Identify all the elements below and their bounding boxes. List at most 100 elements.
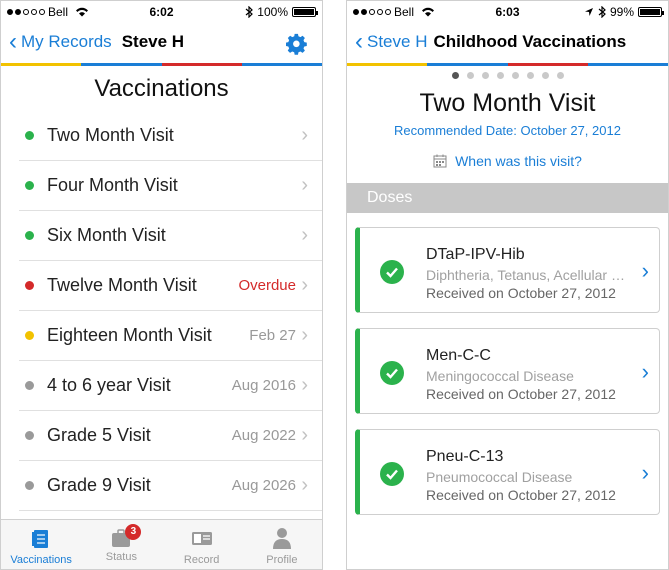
back-label: My Records <box>21 32 112 51</box>
chevron-right-icon: › <box>301 424 308 446</box>
visit-name: 4 to 6 year Visit <box>47 375 171 395</box>
status-dot <box>25 381 34 390</box>
color-stripe <box>347 63 668 66</box>
bluetooth-icon <box>245 6 254 18</box>
vaccinations-screen: Bell 6:02 100% ‹ My Records Steve H Vacc… <box>0 0 323 570</box>
dose-description: Pneumococcal Disease <box>426 469 573 485</box>
back-label: Steve H <box>367 32 428 51</box>
check-icon <box>380 462 404 486</box>
dose-received-date: Received on October 27, 2012 <box>426 386 616 402</box>
chevron-right-icon: › <box>301 474 308 496</box>
chevron-right-icon: › <box>301 174 308 196</box>
visit-row[interactable]: Eighteen Month Visit Feb 27 › <box>19 311 322 361</box>
tab-vaccinations[interactable]: Vaccinations <box>1 520 81 569</box>
nav-title: Childhood Vaccinations <box>433 32 627 51</box>
page-dot[interactable] <box>496 72 504 79</box>
tab-profile[interactable]: Profile <box>242 520 322 569</box>
status-bar: Bell 6:03 99% <box>347 1 668 23</box>
record-icon <box>191 532 212 545</box>
profile-icon <box>272 528 291 549</box>
back-button[interactable]: ‹ My Records Steve H <box>9 30 185 54</box>
visit-row[interactable]: Grade 9 Visit Aug 2026 › <box>19 461 322 511</box>
page-dot[interactable] <box>511 72 519 79</box>
when-was-visit-link[interactable]: When was this visit? <box>347 153 668 169</box>
visit-name: Six Month Visit <box>47 225 166 245</box>
battery-percent: 99% <box>609 5 634 19</box>
when-link-label: When was this visit? <box>455 153 582 169</box>
status-bar: Bell 6:02 100% <box>1 1 322 23</box>
visit-status: Overdue <box>238 277 296 294</box>
visit-row[interactable]: Six Month Visit › <box>19 211 322 261</box>
visit-row[interactable]: 4 to 6 year Visit Aug 2016 › <box>19 361 322 411</box>
visit-row[interactable]: Two Month Visit › <box>19 111 322 161</box>
status-icon: 3 <box>109 524 142 549</box>
tab-label: Vaccinations <box>10 554 72 566</box>
tab-status[interactable]: 3 Status <box>81 520 161 569</box>
status-dot <box>25 431 34 440</box>
stripe-segment <box>587 63 668 66</box>
status-dot <box>25 181 34 190</box>
tab-bar: Vaccinations 3 Status Record Profile <box>1 519 322 569</box>
bluetooth-icon <box>598 6 606 18</box>
location-icon <box>584 8 593 16</box>
page-dot[interactable] <box>451 72 459 79</box>
visit-name: Twelve Month Visit <box>47 275 197 295</box>
page-title: Vaccinations <box>94 75 229 102</box>
tab-record[interactable]: Record <box>162 520 242 569</box>
status-dot <box>25 131 34 140</box>
page-dot[interactable] <box>466 72 474 79</box>
color-stripe <box>1 63 322 66</box>
stripe-segment <box>161 63 242 66</box>
stripe-segment <box>1 63 82 66</box>
chevron-left-icon: ‹ <box>355 28 363 55</box>
chevron-right-icon: › <box>641 460 649 485</box>
visit-name: Grade 9 Visit <box>47 475 151 495</box>
page-dot[interactable] <box>481 72 489 79</box>
chevron-right-icon: › <box>301 324 308 346</box>
nav-bar: ‹ My Records Steve H <box>1 23 322 65</box>
recommended-date: Recommended Date: October 27, 2012 <box>394 123 621 138</box>
stripe-segment <box>347 63 428 66</box>
page-dot[interactable] <box>556 72 564 79</box>
back-button[interactable]: ‹ Steve H Childhood Vaccinations <box>355 28 627 55</box>
chevron-right-icon: › <box>301 224 308 246</box>
nav-bar: ‹ Steve H Childhood Vaccinations <box>347 23 668 65</box>
vaccinations-icon <box>32 530 49 548</box>
dose-name: Pneu-C-13 <box>426 448 504 465</box>
dose-card[interactable]: Men-C-C Meningococcal Disease Received o… <box>355 328 660 414</box>
visit-name: Four Month Visit <box>47 175 178 195</box>
visit-row[interactable]: Twelve Month Visit Overdue › <box>19 261 322 311</box>
stripe-segment <box>427 63 508 66</box>
page-indicator[interactable] <box>347 72 668 79</box>
chevron-right-icon: › <box>641 359 649 384</box>
check-icon <box>380 260 404 284</box>
tab-label: Profile <box>266 554 298 566</box>
dose-name: Men-C-C <box>426 347 491 364</box>
visit-name: Two Month Visit <box>47 125 174 145</box>
stripe-segment <box>507 63 588 66</box>
status-dot <box>25 231 34 240</box>
visit-detail-screen: Bell 6:03 99% ‹ Steve H Childhood Vaccin… <box>346 0 669 570</box>
doses-section-header: Doses <box>347 183 668 213</box>
visit-status: Aug 2016 <box>231 377 296 394</box>
page-dot[interactable] <box>541 72 549 79</box>
dose-description: Diphtheria, Tetanus, Acellular Pertussis… <box>426 267 631 283</box>
dose-name: DTaP-IPV-Hib <box>426 246 525 263</box>
dose-description: Meningococcal Disease <box>426 368 574 384</box>
calendar-icon <box>433 154 447 168</box>
chevron-right-icon: › <box>641 258 649 283</box>
tab-label: Record <box>183 554 220 566</box>
visit-status: Aug 2022 <box>231 427 296 444</box>
chevron-right-icon: › <box>301 374 308 396</box>
gear-icon[interactable] <box>286 33 308 55</box>
dose-card[interactable]: DTaP-IPV-Hib Diphtheria, Tetanus, Acellu… <box>355 227 660 313</box>
nav-title: Steve H <box>121 32 185 51</box>
chevron-right-icon: › <box>301 274 308 296</box>
page-dot[interactable] <box>526 72 534 79</box>
dose-card[interactable]: Pneu-C-13 Pneumococcal Disease Received … <box>355 429 660 515</box>
status-badge: 3 <box>125 524 142 540</box>
visit-status: Aug 2026 <box>231 477 296 494</box>
visit-row[interactable]: Four Month Visit › <box>19 161 322 211</box>
stripe-segment <box>81 63 162 66</box>
visit-row[interactable]: Grade 5 Visit Aug 2022 › <box>19 411 322 461</box>
